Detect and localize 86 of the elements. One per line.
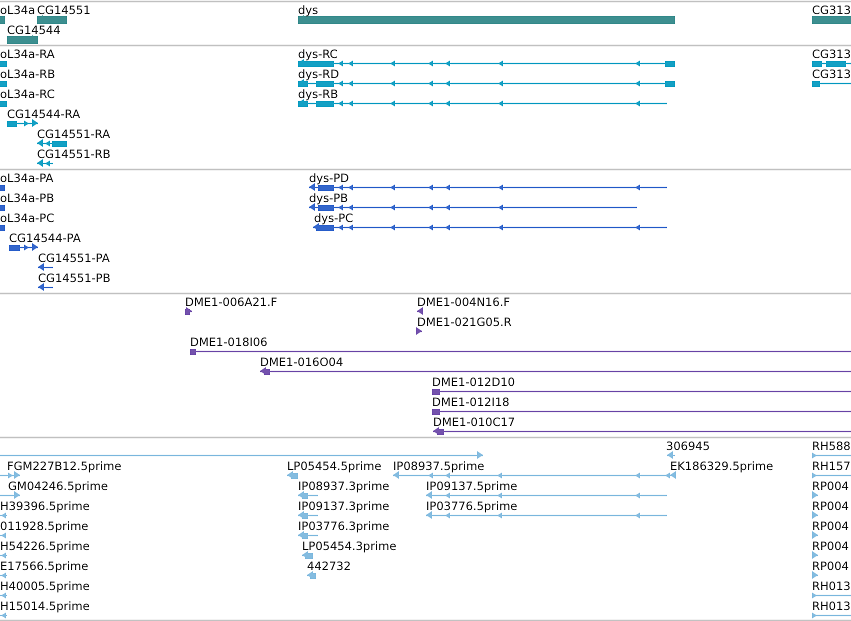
feature-label: DME1-018I06 bbox=[190, 335, 268, 349]
feature-label: RP004 bbox=[812, 479, 849, 493]
feature-glyph[interactable] bbox=[298, 59, 675, 67]
feature-label: IP03776.3prime bbox=[298, 519, 390, 533]
feature-glyph[interactable] bbox=[7, 35, 38, 44]
feature-label: IP09137.5prime bbox=[426, 479, 518, 493]
feature-glyph[interactable] bbox=[298, 15, 675, 24]
feature-label: RH013 bbox=[812, 579, 851, 593]
feature-label: dys bbox=[298, 3, 318, 17]
feature-label: CG313 bbox=[812, 67, 851, 81]
feature-label: CG14551-PB bbox=[38, 271, 110, 285]
feature-label: RH588 bbox=[812, 439, 851, 453]
feature-label: IP03776.5prime bbox=[426, 499, 518, 513]
feature-label: 011928.5prime bbox=[0, 519, 88, 533]
feature-label: CG14551 bbox=[37, 3, 91, 17]
feature-label: CG14551-RA bbox=[37, 127, 110, 141]
feature-label: IP08937.5prime bbox=[393, 459, 484, 473]
feature-label: CG14551-RB bbox=[37, 147, 111, 161]
feature-label: 442732 bbox=[307, 559, 351, 573]
feature-label: FGM227B12.5prime bbox=[7, 459, 122, 473]
feature-label: RP004 bbox=[812, 539, 849, 553]
feature-label: GM04246.5prime bbox=[8, 479, 108, 493]
feature-label: DME1-012D10 bbox=[432, 375, 515, 389]
feature-glyph[interactable] bbox=[433, 427, 851, 435]
feature-label: CG14551-PA bbox=[38, 251, 110, 265]
feature-label: RH013 bbox=[812, 599, 851, 613]
feature-glyph[interactable] bbox=[309, 183, 667, 191]
feature-label: CG313 bbox=[812, 47, 851, 61]
feature-glyph[interactable] bbox=[7, 119, 38, 127]
feature-label: RH157 bbox=[812, 459, 851, 473]
feature-label: dys-RC bbox=[298, 47, 338, 61]
feature-label: dys-RB bbox=[298, 87, 338, 101]
feature-label: oL34a-RC bbox=[0, 87, 55, 101]
feature-label: oL34a-PB bbox=[0, 191, 54, 205]
feature-glyph[interactable] bbox=[260, 367, 851, 375]
feature-label: RP004 bbox=[812, 499, 849, 513]
feature-glyph[interactable] bbox=[38, 263, 53, 271]
feature-label: CG313 bbox=[812, 3, 851, 17]
feature-glyph[interactable] bbox=[432, 389, 851, 395]
feature-label: 306945 bbox=[666, 439, 710, 453]
feature-label: LP05454.3prime bbox=[302, 539, 396, 553]
feature-glyph[interactable] bbox=[37, 159, 53, 167]
feature-label: H15014.5prime bbox=[0, 599, 90, 613]
feature-label: IP09137.3prime bbox=[298, 499, 390, 513]
feature-label: DME1-006A21.F bbox=[185, 295, 278, 309]
feature-label: LP05454.5prime bbox=[287, 459, 382, 473]
feature-glyph[interactable] bbox=[313, 223, 667, 231]
feature-label: RP004 bbox=[812, 519, 849, 533]
feature-label: H39396.5prime bbox=[0, 499, 90, 513]
feature-label: oL34a bbox=[0, 3, 36, 17]
feature-label: oL34a-RA bbox=[0, 47, 55, 61]
feature-glyph[interactable] bbox=[309, 203, 637, 211]
feature-glyph[interactable] bbox=[417, 307, 423, 315]
feature-glyph[interactable] bbox=[37, 15, 67, 24]
feature-label: CG14544-RA bbox=[7, 107, 80, 121]
feature-label: H54226.5prime bbox=[0, 539, 90, 553]
feature-label: oL34a-RB bbox=[0, 67, 56, 81]
feature-glyph[interactable] bbox=[9, 243, 38, 251]
feature-glyph[interactable] bbox=[190, 349, 851, 355]
feature-label: IP08937.3prime bbox=[298, 479, 390, 493]
feature-glyph[interactable] bbox=[432, 409, 851, 415]
feature-label: RP004 bbox=[812, 559, 849, 573]
feature-label: dys-PB bbox=[309, 191, 348, 205]
feature-label: CG14544 bbox=[7, 23, 61, 37]
feature-glyph[interactable] bbox=[185, 307, 192, 315]
feature-glyph[interactable] bbox=[298, 99, 667, 107]
feature-label: EK186329.5prime bbox=[670, 459, 774, 473]
feature-label: E17566.5prime bbox=[0, 559, 88, 573]
feature-label: oL34a-PA bbox=[0, 171, 54, 185]
feature-label: dys-PC bbox=[314, 211, 354, 225]
feature-label: DME1-012I18 bbox=[432, 395, 510, 409]
feature-glyph[interactable] bbox=[298, 79, 675, 87]
feature-glyph[interactable] bbox=[812, 81, 851, 87]
feature-glyph[interactable] bbox=[812, 61, 851, 67]
feature-label: DME1-021G05.R bbox=[417, 315, 512, 329]
feature-label: dys-PD bbox=[309, 171, 350, 185]
feature-glyph[interactable] bbox=[37, 139, 67, 147]
feature-label: DME1-010C17 bbox=[433, 415, 516, 429]
feature-label: dys-RD bbox=[298, 67, 340, 81]
feature-label: DME1-004N16.F bbox=[417, 295, 510, 309]
feature-label: CG14544-PA bbox=[9, 231, 81, 245]
feature-label: DME1-016O04 bbox=[260, 355, 344, 369]
feature-glyph[interactable] bbox=[38, 283, 53, 291]
feature-label: oL34a-PC bbox=[0, 211, 54, 225]
feature-glyph[interactable] bbox=[416, 327, 422, 335]
feature-label: H40005.5prime bbox=[0, 579, 90, 593]
